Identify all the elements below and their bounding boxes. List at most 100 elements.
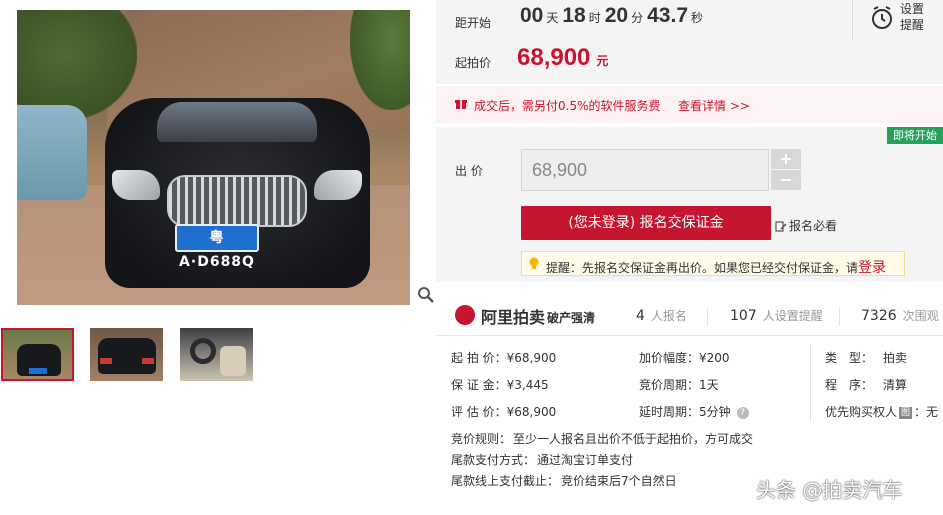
photo-blue-car — [17, 105, 87, 200]
detail-value: 清算 — [883, 378, 908, 392]
detail-label: 起 拍 价： — [451, 351, 507, 365]
detail-start-price: 起 拍 价：¥68,900 — [451, 349, 556, 366]
set-reminder-label: 设置 提醒 — [900, 1, 924, 33]
rule-value: 至少一人报名且出价不低于起拍价，方可成交 — [513, 432, 754, 446]
detail-label: 保 证 金： — [451, 378, 507, 392]
document-icon — [775, 220, 787, 232]
thumbnail-car — [98, 338, 156, 374]
stat-divider — [839, 308, 840, 326]
start-price-currency: 元 — [596, 54, 609, 68]
register-deposit-button[interactable]: (您未登录) 报名交保证金 — [521, 206, 771, 240]
view-details-link[interactable]: 查看详情 >> — [678, 97, 750, 114]
set-reminder-line2: 提醒 — [900, 18, 925, 32]
platform-subtitle: 破产强清 — [547, 311, 596, 325]
main-car-photo[interactable]: 粤A·D688Q — [17, 10, 410, 305]
rule-label: 尾款线上支付截止： — [451, 474, 560, 488]
detail-increment: 加价幅度：¥200 — [639, 349, 730, 366]
thumbnail-interior[interactable] — [180, 328, 253, 381]
countdown-label: 距开始 — [455, 16, 492, 30]
countdown-days-unit: 天 — [546, 11, 559, 25]
registration-guide-link[interactable]: 报名必看 — [775, 217, 837, 234]
login-tip-text: 提醒：先报名交保证金再出价。如果您已经交付保证金，请 — [546, 261, 859, 275]
detail-label: 竞价周期： — [639, 378, 700, 392]
countdown-days: 00 — [520, 4, 544, 27]
decrease-bid-button[interactable]: − — [771, 170, 801, 190]
photo-grille — [167, 175, 307, 227]
detail-deposit: 保 证 金：¥3,445 — [451, 376, 549, 393]
info-badge-icon[interactable]: 图 — [899, 406, 913, 419]
photo-windshield — [157, 102, 317, 142]
thumbnail-seat — [220, 346, 246, 376]
registrants-number: 4 — [636, 308, 645, 324]
rule-bidding: 竞价规则： 至少一人报名且出价不低于起拍价，方可成交 — [451, 430, 753, 447]
views-number: 7326 — [861, 308, 897, 324]
rule-payment-method: 尾款支付方式： 通过淘宝订单支付 — [451, 451, 633, 468]
increase-bid-button[interactable]: + — [771, 149, 801, 169]
countdown-hours-unit: 时 — [588, 11, 601, 25]
rule-label: 竞价规则： — [451, 432, 512, 446]
rule-value: 竞价结束后7个自然日 — [561, 474, 677, 488]
countdown-seconds-unit: 秒 — [691, 11, 704, 25]
set-reminder-button[interactable]: 设置 提醒 — [868, 1, 938, 37]
photo-bush — [17, 10, 137, 120]
photo-headlight — [112, 170, 160, 200]
registrants-label: 人报名 — [650, 309, 687, 323]
detail-value: 拍卖 — [883, 351, 908, 365]
service-fee-text: 成交后，需另付0.5%的软件服务费 — [474, 99, 661, 113]
start-price-value: 68,900 — [517, 44, 591, 71]
detail-value: 5分钟 — [699, 405, 731, 419]
alarm-divider — [852, 0, 853, 40]
service-fee-notice: 成交后，需另付0.5%的软件服务费 查看详情 >> — [436, 86, 943, 123]
detail-divider — [810, 344, 811, 422]
reminders-number: 107 — [730, 308, 757, 324]
views-count: 7326 次围观 — [861, 307, 939, 324]
rule-label: 尾款支付方式： — [451, 453, 536, 467]
license-plate: 粤A·D688Q — [175, 224, 259, 270]
countdown-minutes: 20 — [604, 4, 629, 27]
thumbnail-front[interactable] — [1, 328, 74, 381]
photo-headlight — [314, 170, 362, 200]
bid-label: 出 价 — [455, 164, 483, 178]
stat-divider — [707, 308, 708, 326]
countdown-hours: 18 — [562, 4, 586, 27]
help-icon[interactable]: ? — [736, 406, 749, 419]
platform-stats-row: 阿里拍卖 破产强清 4 人报名 107 人设置提醒 7326 次围观 — [436, 298, 943, 336]
reminders-label: 人设置提醒 — [762, 309, 823, 323]
countdown-minutes-unit: 分 — [631, 11, 644, 25]
detail-preemption: 优先购买权人图：无 — [825, 403, 938, 420]
detail-value: 1天 — [699, 378, 719, 392]
registration-guide-label: 报名必看 — [789, 219, 838, 233]
watermark: 头条 @拍卖汽车 — [756, 478, 903, 502]
detail-value: ¥68,900 — [506, 405, 557, 419]
rule-payment-deadline: 尾款线上支付截止： 竞价结束后7个自然日 — [451, 472, 677, 489]
thumbnail-taillight — [142, 358, 154, 364]
start-price: 68,900 元 — [517, 44, 608, 72]
detail-label: 类 型： — [825, 351, 874, 365]
countdown-timer: 00 天 18 时 20 分 43.7 秒 — [520, 4, 707, 32]
detail-label: 程 序： — [825, 378, 874, 392]
alarm-clock-icon — [872, 6, 892, 29]
lightbulb-icon — [529, 257, 539, 269]
detail-procedure: 程 序： 清算 — [825, 376, 907, 393]
bid-amount-input[interactable] — [521, 149, 769, 191]
thumbnail-rear[interactable] — [90, 328, 163, 381]
start-price-label: 起拍价 — [455, 56, 492, 70]
login-link[interactable]: 登录 — [858, 260, 886, 276]
coming-soon-badge: 即将开始 — [887, 127, 943, 144]
detail-value: ¥200 — [699, 351, 730, 365]
ali-auction-logo-icon — [455, 305, 475, 325]
thumbnail-taillight — [100, 358, 112, 364]
login-tip: 提醒：先报名交保证金再出价。如果您已经交付保证金，请登录 — [521, 251, 905, 276]
reminders-count: 107 人设置提醒 — [730, 307, 823, 324]
zoom-icon[interactable] — [417, 286, 435, 304]
photo-bush — [350, 10, 410, 110]
detail-label: 评 估 价： — [451, 405, 507, 419]
login-tip-text-wrap: 提醒：先报名交保证金再出价。如果您已经交付保证金，请登录 — [546, 257, 886, 277]
gift-icon — [455, 100, 467, 109]
detail-label: 延时周期： — [639, 405, 700, 419]
registrants-count: 4 人报名 — [636, 307, 687, 324]
thumbnail-plate — [29, 368, 47, 374]
detail-label: 优先购买权人 — [825, 405, 898, 419]
detail-value: ：无 — [914, 405, 939, 419]
detail-label: 加价幅度： — [639, 351, 700, 365]
